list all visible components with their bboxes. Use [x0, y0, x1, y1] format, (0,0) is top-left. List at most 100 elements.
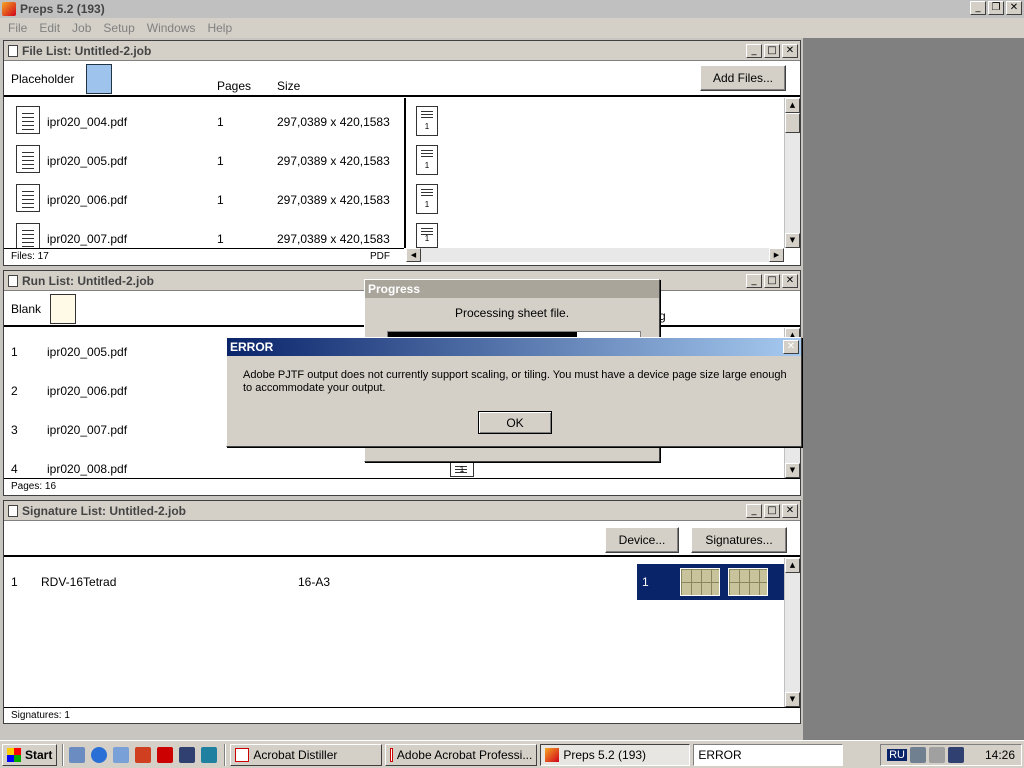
run-list-statusbar: Pages: 16 [4, 478, 800, 495]
signature-row[interactable]: 1 RDV-16Tetrad 16-A3 1 [4, 561, 784, 601]
minimize-button[interactable]: _ [970, 1, 986, 15]
menu-windows[interactable]: Windows [141, 21, 202, 35]
network-icon[interactable] [113, 746, 130, 763]
file-list-title: File List: Untitled-2.job [22, 43, 152, 58]
file-row[interactable]: ipr020_006.pdf 1 297,0389 x 420,1583 [4, 179, 404, 218]
system-tray: RU 14:26 [880, 744, 1022, 766]
page-thumbnail[interactable]: 1 [450, 461, 474, 477]
document-icon [8, 274, 18, 287]
minimize-button[interactable]: _ [746, 44, 762, 58]
signature-preview[interactable]: 1 [637, 564, 784, 600]
col-size: Size [277, 79, 301, 93]
run-num: 4 [11, 462, 18, 476]
scroll-thumb[interactable] [785, 113, 800, 133]
error-dialog: ERROR ✕ Adobe PJTF output does not curre… [226, 337, 802, 447]
floppy-icon[interactable] [179, 746, 196, 763]
progress-title: Progress [368, 282, 421, 296]
error-close-button[interactable]: ✕ [783, 340, 799, 354]
pdf-file-icon [16, 223, 40, 248]
file-list-hscrollbar[interactable]: ◀ ▶ [406, 248, 784, 262]
start-label: Start [25, 747, 53, 762]
scroll-right-arrow-icon[interactable]: ▶ [769, 248, 784, 262]
language-indicator[interactable]: RU [887, 749, 907, 761]
file-name: ipr020_007.pdf [47, 232, 128, 246]
restore-button[interactable]: ❐ [988, 1, 1004, 15]
page-thumbnail[interactable]: 1 [416, 106, 438, 136]
file-size: 297,0389 x 420,1583 [277, 193, 390, 207]
menu-file[interactable]: File [2, 21, 33, 35]
signature-list-titlebar[interactable]: Signature List: Untitled-2.job _ □ ✕ [4, 501, 800, 521]
task-acrobat-professional[interactable]: Adobe Acrobat Professi... [385, 743, 538, 766]
file-list-header: Placeholder Pages Size Add Files... [4, 62, 800, 97]
file-row[interactable]: ipr020_004.pdf 1 297,0389 x 420,1583 [4, 101, 404, 140]
signature-list-title: Signature List: Untitled-2.job [22, 503, 186, 518]
start-button[interactable]: Start [2, 743, 58, 766]
task-label: Adobe Acrobat Professi... [396, 747, 533, 762]
add-files-button[interactable]: Add Files... [700, 65, 786, 91]
signatures-button[interactable]: Signatures... [691, 527, 787, 553]
scroll-up-arrow-icon[interactable]: ▲ [785, 98, 800, 113]
document-icon [8, 44, 18, 57]
run-num: 1 [11, 345, 18, 359]
maximize-button[interactable]: □ [764, 504, 780, 518]
show-desktop-icon[interactable] [69, 746, 86, 763]
task-acrobat-distiller[interactable]: Acrobat Distiller [230, 743, 383, 766]
maximize-button[interactable]: □ [764, 274, 780, 288]
menu-edit[interactable]: Edit [33, 21, 66, 35]
file-pages: 1 [217, 232, 224, 246]
file-pages: 1 [217, 154, 224, 168]
signature-count: Signatures: 1 [11, 710, 70, 721]
split-divider [404, 98, 406, 248]
maximize-button[interactable]: □ [764, 44, 780, 58]
monitor-icon[interactable] [201, 746, 218, 763]
scroll-down-arrow-icon[interactable]: ▼ [785, 692, 800, 707]
close-button[interactable]: ✕ [1006, 1, 1022, 15]
acrobat-icon[interactable] [135, 746, 152, 763]
menu-help[interactable]: Help [201, 21, 238, 35]
file-list-titlebar[interactable]: File List: Untitled-2.job _ □ ✕ [4, 41, 800, 61]
progress-message: Processing sheet file. [454, 306, 570, 320]
scroll-down-arrow-icon[interactable]: ▼ [785, 463, 800, 478]
floppy-tray-icon[interactable] [947, 747, 964, 763]
page-thumbnail[interactable]: 1 [416, 223, 438, 248]
error-titlebar[interactable]: ERROR ✕ [227, 338, 801, 356]
page-thumbnail[interactable]: 1 [416, 184, 438, 214]
separator [224, 743, 227, 766]
menu-setup[interactable]: Setup [97, 21, 140, 35]
signature-list-vscrollbar[interactable]: ▲ ▼ [784, 558, 800, 707]
progress-titlebar[interactable]: Progress [365, 280, 659, 298]
pdf-file-icon [16, 184, 40, 212]
sig-size: 16-A3 [298, 575, 331, 589]
scroll-down-arrow-icon[interactable]: ▼ [785, 233, 800, 248]
signature-list-window: Signature List: Untitled-2.job _ □ ✕ Dev… [3, 500, 801, 724]
file-row[interactable]: ipr020_007.pdf 1 297,0389 x 420,1583 [4, 218, 404, 248]
windows-logo-icon [7, 747, 21, 762]
placeholder-icon[interactable] [86, 64, 112, 94]
close-button[interactable]: ✕ [782, 44, 798, 58]
close-button[interactable]: ✕ [782, 504, 798, 518]
ok-button[interactable]: OK [478, 411, 552, 434]
task-label: ERROR [698, 747, 742, 762]
minimize-button[interactable]: _ [746, 274, 762, 288]
page-thumbnail[interactable]: 1 [416, 145, 438, 175]
close-button[interactable]: ✕ [782, 274, 798, 288]
thumb-label: 1 [424, 200, 430, 209]
internet-explorer-icon[interactable] [91, 746, 108, 763]
file-list-vscrollbar[interactable]: ▲ ▼ [784, 98, 800, 248]
run-name: ipr020_006.pdf [47, 384, 128, 398]
device-button[interactable]: Device... [605, 527, 679, 553]
blank-page-icon[interactable] [50, 294, 76, 324]
task-preps[interactable]: Preps 5.2 (193) [540, 743, 691, 766]
menu-job[interactable]: Job [66, 21, 97, 35]
network-tray-icon[interactable] [909, 747, 926, 763]
scroll-up-arrow-icon[interactable]: ▲ [785, 558, 800, 573]
scroll-left-arrow-icon[interactable]: ◀ [406, 248, 421, 262]
file-size: 297,0389 x 420,1583 [277, 232, 390, 246]
task-error-dialog[interactable]: ERROR [693, 743, 844, 766]
distiller-icon[interactable] [157, 746, 174, 763]
file-row[interactable]: ipr020_005.pdf 1 297,0389 x 420,1583 [4, 140, 404, 179]
run-row[interactable]: 4 ipr020_008.pdf [4, 448, 364, 478]
preps-logo-icon [545, 747, 560, 762]
minimize-button[interactable]: _ [746, 504, 762, 518]
tools-tray-icon[interactable] [928, 747, 945, 763]
